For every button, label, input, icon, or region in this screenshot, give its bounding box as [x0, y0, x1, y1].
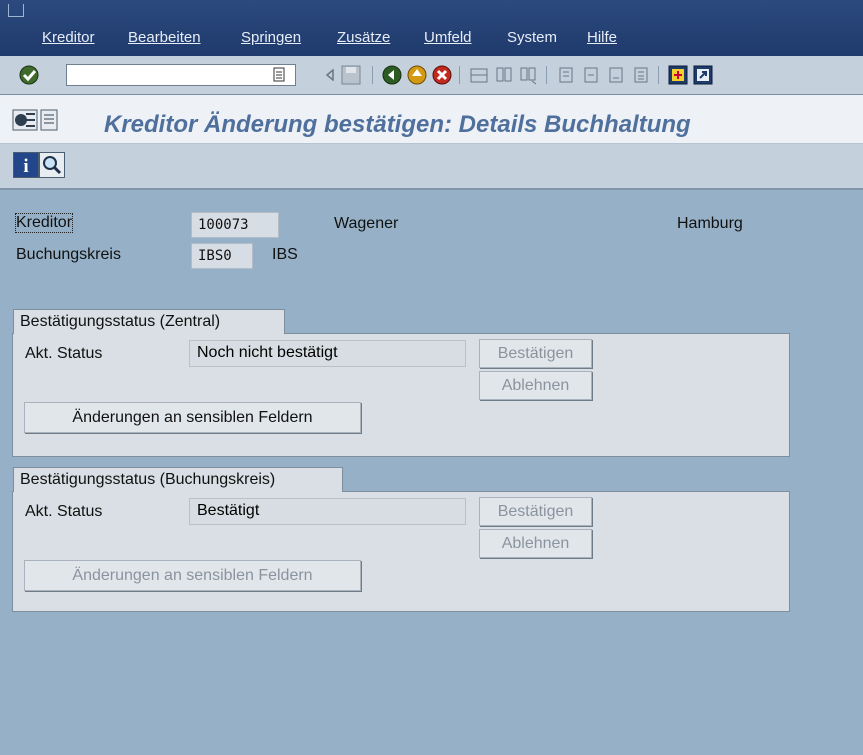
company-reject-button[interactable]: Ablehnen: [479, 529, 592, 558]
document-icon[interactable]: [40, 109, 58, 131]
previous-page-icon[interactable]: [580, 64, 602, 86]
magnifier-icon[interactable]: [39, 152, 65, 178]
menu-system[interactable]: System: [507, 29, 557, 46]
company-status-label: Akt. Status: [25, 503, 103, 520]
central-status-value: Noch nicht bestätigt: [189, 340, 466, 367]
group-central-title: Bestätigungsstatus (Zentral): [13, 309, 285, 334]
find-icon[interactable]: [493, 64, 515, 86]
info-icon[interactable]: i: [13, 152, 39, 178]
toolbar-separator: [459, 66, 460, 84]
shortcut-icon[interactable]: [692, 64, 714, 86]
kreditor-name: Wagener: [334, 215, 399, 232]
company-status-value: Bestätigt: [189, 498, 466, 525]
kreditor-label: Kreditor: [14, 213, 74, 233]
exit-icon[interactable]: [406, 64, 428, 86]
cancel-icon[interactable]: [431, 64, 453, 86]
menu-umfeld[interactable]: Umfeld: [424, 29, 472, 46]
back-icon[interactable]: [381, 64, 403, 86]
menu-springen[interactable]: Springen: [241, 29, 301, 46]
menu-bar: Kreditor Bearbeiten Springen Zusätze Umf…: [0, 0, 863, 56]
save-icon[interactable]: [340, 64, 362, 86]
central-confirm-button[interactable]: Bestätigen: [479, 339, 592, 368]
history-icon[interactable]: [272, 67, 286, 83]
menu-kreditor[interactable]: Kreditor: [42, 29, 95, 46]
command-field[interactable]: [66, 64, 296, 86]
title-bar: Kreditor Änderung bestätigen: Details Bu…: [0, 95, 863, 144]
svg-text:i: i: [23, 156, 28, 177]
toolbar-separator: [372, 66, 373, 84]
kreditor-city: Hamburg: [677, 215, 743, 232]
menu-zusaetze[interactable]: Zusätze: [337, 29, 390, 46]
bukrs-name: IBS: [272, 246, 298, 263]
central-sensitive-changes-button[interactable]: Änderungen an sensiblen Feldern: [24, 402, 361, 433]
back-triangle-icon[interactable]: [325, 69, 335, 81]
new-session-icon[interactable]: [667, 64, 689, 86]
application-toolbar: i: [0, 144, 863, 190]
company-sensitive-changes-button[interactable]: Änderungen an sensiblen Feldern: [24, 560, 361, 591]
find-next-icon[interactable]: [518, 64, 540, 86]
last-page-icon[interactable]: [630, 64, 652, 86]
display-change-icon[interactable]: [12, 109, 38, 131]
menu-bearbeiten[interactable]: Bearbeiten: [128, 29, 201, 46]
menu-hilfe[interactable]: Hilfe: [587, 29, 617, 46]
bukrs-label: Buchungskreis: [16, 246, 121, 263]
group-company-code-title: Bestätigungsstatus (Buchungskreis): [13, 467, 343, 492]
central-status-label: Akt. Status: [25, 345, 103, 362]
first-page-icon[interactable]: [555, 64, 577, 86]
bukrs-field: IBS0: [191, 243, 253, 269]
next-page-icon[interactable]: [605, 64, 627, 86]
kreditor-field: 100073: [191, 212, 279, 238]
company-confirm-button[interactable]: Bestätigen: [479, 497, 592, 526]
toolbar-separator: [658, 66, 659, 84]
central-reject-button[interactable]: Ablehnen: [479, 371, 592, 400]
print-icon[interactable]: [468, 64, 490, 86]
enter-icon[interactable]: [18, 64, 40, 86]
toolbar-separator: [546, 66, 547, 84]
standard-toolbar: [0, 56, 863, 95]
page-title: Kreditor Änderung bestätigen: Details Bu…: [104, 111, 691, 138]
system-menu-icon[interactable]: [8, 4, 24, 17]
